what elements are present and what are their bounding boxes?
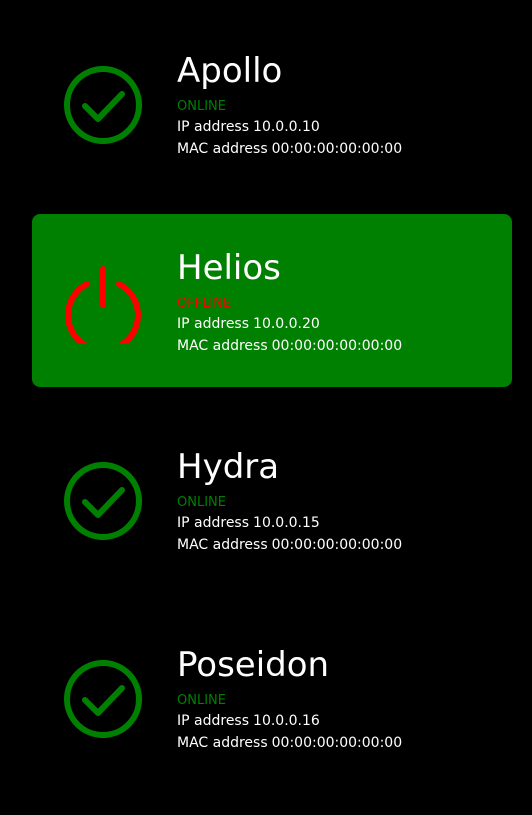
mac-address-line: MAC address 00:00:00:00:00:00 bbox=[177, 732, 502, 754]
mac-address-value: 00:00:00:00:00:00 bbox=[271, 735, 403, 751]
device-item-apollo[interactable]: Apollo ONLINE IP address 10.0.0.10 MAC ad… bbox=[32, 17, 512, 190]
check-circle-icon bbox=[62, 460, 144, 542]
device-name: Helios bbox=[177, 248, 281, 288]
device-name: Apollo bbox=[177, 51, 283, 91]
device-name: Poseidon bbox=[177, 645, 330, 685]
device-info: Hydra ONLINE IP address 10.0.0.15 MAC add… bbox=[177, 445, 502, 556]
mac-address-line: MAC address 00:00:00:00:00:00 bbox=[177, 138, 502, 160]
ip-address-line: IP address 10.0.0.15 bbox=[177, 512, 502, 534]
ip-address-value: 10.0.0.20 bbox=[253, 316, 320, 332]
mac-address-value: 00:00:00:00:00:00 bbox=[271, 338, 403, 354]
ip-address-label: IP address bbox=[177, 316, 250, 332]
ip-address-line: IP address 10.0.0.10 bbox=[177, 116, 502, 138]
mac-address-label: MAC address bbox=[177, 735, 268, 751]
mac-address-label: MAC address bbox=[177, 141, 268, 157]
status-text: OFFLINE bbox=[177, 296, 232, 311]
device-info: Apollo ONLINE IP address 10.0.0.10 MAC ad… bbox=[177, 49, 502, 160]
ip-address-line: IP address 10.0.0.20 bbox=[177, 313, 502, 335]
ip-address-value: 10.0.0.16 bbox=[253, 713, 320, 729]
mac-address-value: 00:00:00:00:00:00 bbox=[271, 141, 403, 157]
check-circle-icon bbox=[62, 64, 144, 146]
ip-address-label: IP address bbox=[177, 713, 250, 729]
device-item-poseidon[interactable]: Poseidon ONLINE IP address 10.0.0.16 MAC … bbox=[32, 611, 512, 784]
mac-address-line: MAC address 00:00:00:00:00:00 bbox=[177, 534, 502, 556]
device-item-helios[interactable]: Helios OFFLINE IP address 10.0.0.20 MAC a… bbox=[32, 214, 512, 387]
device-name: Hydra bbox=[177, 447, 280, 487]
device-item-hydra[interactable]: Hydra ONLINE IP address 10.0.0.15 MAC add… bbox=[32, 413, 512, 586]
ip-address-value: 10.0.0.15 bbox=[253, 515, 320, 531]
mac-address-value: 00:00:00:00:00:00 bbox=[271, 537, 403, 553]
device-info: Poseidon ONLINE IP address 10.0.0.16 MAC … bbox=[177, 643, 502, 754]
power-icon bbox=[62, 261, 144, 343]
status-text: ONLINE bbox=[177, 693, 226, 708]
mac-address-line: MAC address 00:00:00:00:00:00 bbox=[177, 335, 502, 357]
ip-address-line: IP address 10.0.0.16 bbox=[177, 710, 502, 732]
status-text: ONLINE bbox=[177, 495, 226, 510]
status-text: ONLINE bbox=[177, 99, 226, 114]
ip-address-label: IP address bbox=[177, 119, 250, 135]
ip-address-label: IP address bbox=[177, 515, 250, 531]
ip-address-value: 10.0.0.10 bbox=[253, 119, 320, 135]
mac-address-label: MAC address bbox=[177, 537, 268, 553]
mac-address-label: MAC address bbox=[177, 338, 268, 354]
device-list: Apollo ONLINE IP address 10.0.0.10 MAC ad… bbox=[0, 0, 532, 815]
check-circle-icon bbox=[62, 658, 144, 740]
device-info: Helios OFFLINE IP address 10.0.0.20 MAC a… bbox=[177, 246, 502, 357]
